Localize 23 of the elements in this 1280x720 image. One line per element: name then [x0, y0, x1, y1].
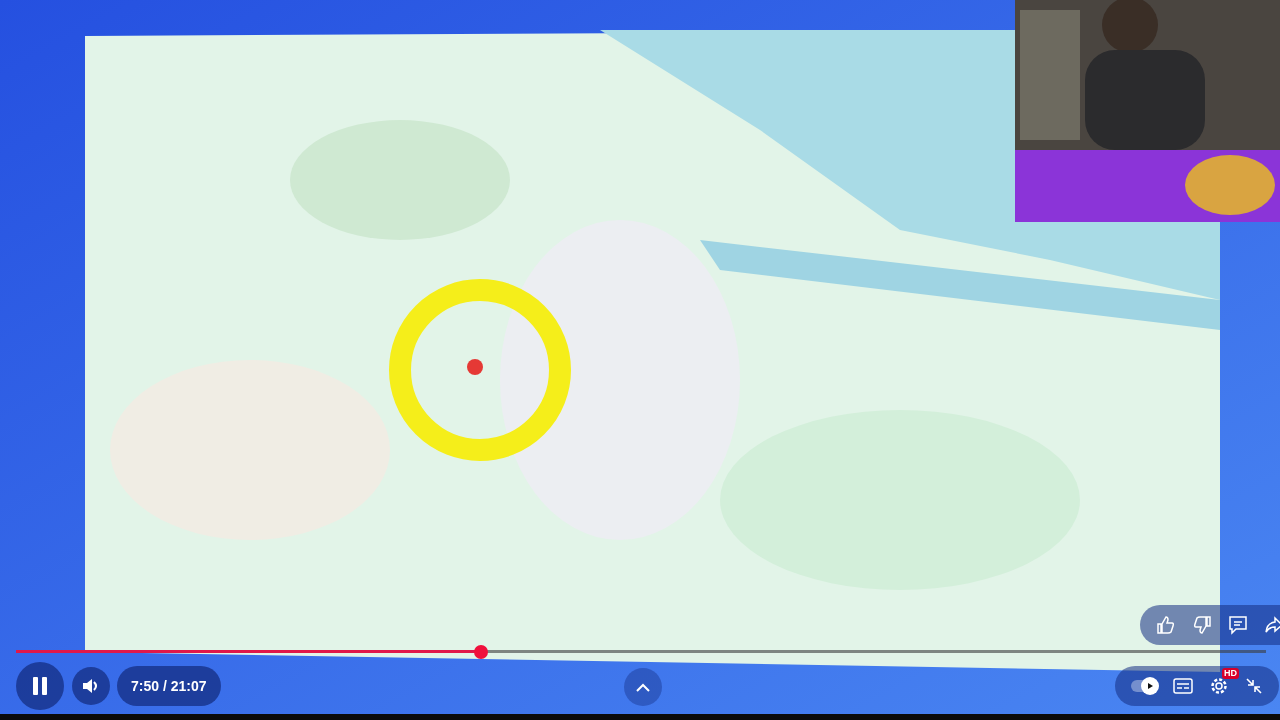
chevron-up-icon [636, 682, 650, 692]
share-button[interactable] [1264, 615, 1280, 635]
subtitles-button[interactable] [1173, 678, 1193, 694]
exit-fullscreen-icon [1245, 677, 1263, 695]
dislike-icon [1192, 615, 1212, 635]
dislike-button[interactable] [1192, 615, 1212, 635]
comment-button[interactable] [1228, 615, 1248, 635]
settings-icon [1209, 676, 1229, 696]
like-button[interactable] [1156, 615, 1176, 635]
quality-badge: HD [1222, 668, 1239, 679]
subtitles-icon [1173, 678, 1193, 694]
share-icon [1264, 615, 1280, 635]
play-icon [1145, 681, 1155, 691]
autoplay-toggle[interactable] [1131, 680, 1157, 692]
settings-button[interactable] [1209, 676, 1229, 696]
chevron-up-button[interactable] [624, 668, 662, 706]
time-display: 7:50 / 21:07 [117, 666, 221, 706]
progress-track[interactable] [16, 644, 1266, 660]
like-icon [1156, 615, 1176, 635]
pause-icon [32, 676, 48, 696]
volume-icon [82, 678, 100, 694]
comment-icon [1228, 615, 1248, 635]
exit-fullscreen-button[interactable] [1245, 677, 1263, 695]
